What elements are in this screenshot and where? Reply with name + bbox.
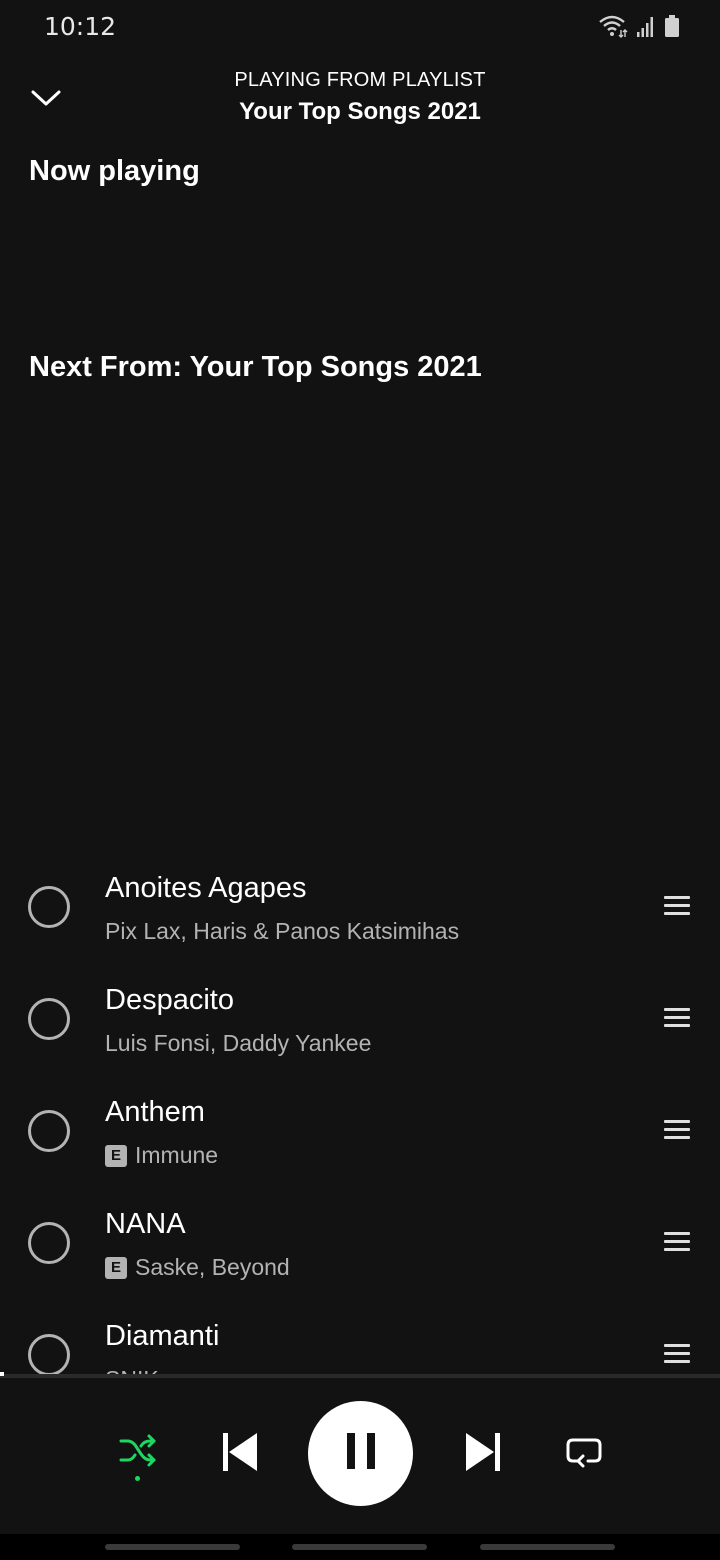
signal-icon <box>636 15 656 42</box>
shuffle-icon <box>118 1432 158 1473</box>
battery-icon <box>664 14 680 43</box>
explicit-badge: E <box>105 1256 127 1279</box>
skip-next-icon <box>463 1431 503 1478</box>
select-track-checkbox[interactable] <box>28 1222 70 1264</box>
track-title: Anoites Agapes <box>105 872 307 904</box>
next-button[interactable] <box>458 1428 508 1480</box>
shuffle-active-indicator <box>135 1476 140 1481</box>
queue-item[interactable]: NANA E Saske, Beyond <box>0 1186 720 1298</box>
previous-button[interactable] <box>215 1428 265 1480</box>
track-title: NANA <box>105 1208 186 1240</box>
status-time: 10:12 <box>44 12 117 41</box>
select-track-checkbox[interactable] <box>28 1334 70 1375</box>
track-artist: E Saske, Beyond <box>105 1254 290 1281</box>
next-from-heading: Next From: Your Top Songs 2021 <box>29 351 482 383</box>
nav-home-button[interactable] <box>292 1544 427 1550</box>
queue-item[interactable]: Despacito Luis Fonsi, Daddy Yankee <box>0 962 720 1074</box>
track-artist: E Immune <box>105 1142 218 1169</box>
shuffle-button[interactable] <box>112 1428 164 1476</box>
system-nav-bar <box>0 1534 720 1560</box>
artist-name: Immune <box>135 1142 219 1168</box>
track-title: Diamanti <box>105 1320 220 1352</box>
track-artist: Pix Lax, Haris & Panos Katsimihas <box>105 918 459 945</box>
skip-previous-icon <box>220 1431 260 1478</box>
pause-icon <box>345 1433 377 1474</box>
drag-handle-icon[interactable] <box>664 1006 692 1030</box>
player-header: PLAYING FROM PLAYLIST Your Top Songs 202… <box>0 56 720 146</box>
queue-item[interactable]: Anoites Agapes Pix Lax, Haris & Panos Ka… <box>0 850 720 962</box>
drag-handle-icon[interactable] <box>664 1118 692 1142</box>
select-track-checkbox[interactable] <box>28 1110 70 1152</box>
playlist-name[interactable]: Your Top Songs 2021 <box>0 98 720 126</box>
drag-handle-icon[interactable] <box>664 1342 692 1366</box>
progress-indicator <box>0 1372 4 1376</box>
queue-item[interactable]: Diamanti SNIK <box>0 1298 720 1375</box>
track-artist: Luis Fonsi, Daddy Yankee <box>105 1030 371 1057</box>
status-icons <box>598 14 680 43</box>
nav-recents-button[interactable] <box>105 1544 240 1550</box>
status-bar: 10:12 <box>0 0 720 56</box>
drag-handle-icon[interactable] <box>664 894 692 918</box>
playback-controls <box>0 1378 720 1534</box>
nav-back-button[interactable] <box>480 1544 615 1550</box>
pause-button[interactable] <box>308 1401 413 1506</box>
wifi-icon <box>598 14 628 43</box>
playing-from-label: PLAYING FROM PLAYLIST <box>234 69 486 91</box>
queue-list: Anoites Agapes Pix Lax, Haris & Panos Ka… <box>0 850 720 1375</box>
repeat-button[interactable] <box>559 1430 609 1476</box>
track-title: Anthem <box>105 1096 205 1128</box>
artist-name: Saske, Beyond <box>135 1254 290 1280</box>
drag-handle-icon[interactable] <box>664 1230 692 1254</box>
queue-item[interactable]: Anthem E Immune <box>0 1074 720 1186</box>
track-title: Despacito <box>105 984 234 1016</box>
repeat-icon <box>564 1433 604 1474</box>
select-track-checkbox[interactable] <box>28 886 70 928</box>
artist-name: Pix Lax, Haris & Panos Katsimihas <box>105 918 460 944</box>
now-playing-heading: Now playing <box>29 155 200 187</box>
select-track-checkbox[interactable] <box>28 998 70 1040</box>
explicit-badge: E <box>105 1144 127 1167</box>
artist-name: Luis Fonsi, Daddy Yankee <box>105 1030 372 1056</box>
